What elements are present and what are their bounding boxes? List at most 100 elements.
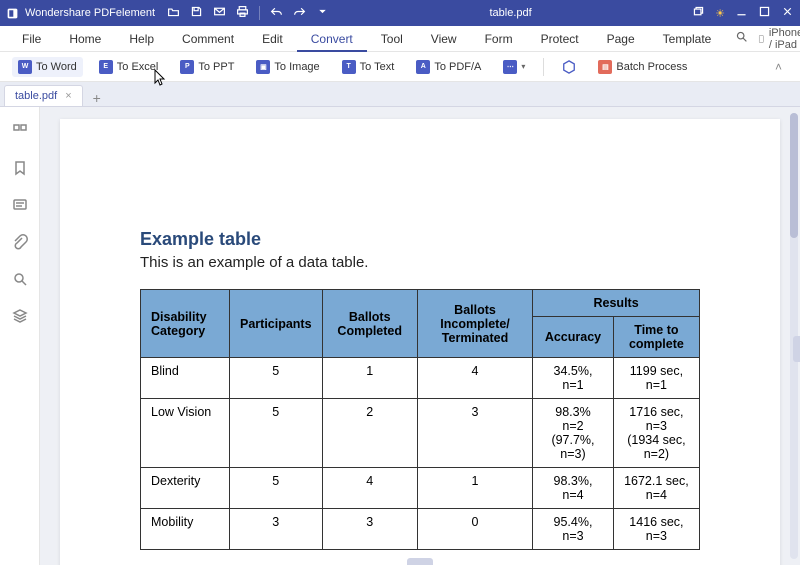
table-cell: 3 [230, 509, 323, 550]
left-sidebar [0, 107, 40, 565]
more-convert-button[interactable]: ⋯▾ [497, 57, 531, 77]
table-cell: 4 [417, 358, 532, 399]
menu-search-icon[interactable] [725, 26, 758, 52]
table-row: Blind51434.5%, n=11199 sec, n=1 [141, 358, 700, 399]
redo-icon[interactable] [293, 5, 306, 21]
dropdown-icon[interactable] [316, 5, 329, 21]
table-cell: 3 [417, 399, 532, 468]
table-cell: Blind [141, 358, 230, 399]
th-participants: Participants [230, 290, 323, 358]
excel-icon: E [99, 60, 113, 74]
menu-template[interactable]: Template [649, 26, 726, 52]
tab-label: table.pdf [15, 90, 57, 102]
titlebar: Wondershare PDFelement table.pdf ☀ [0, 0, 800, 26]
ribbon: WTo Word ETo Excel PTo PPT ▣To Image TTo… [0, 52, 800, 82]
menu-form[interactable]: Form [471, 26, 527, 52]
table-cell: 34.5%, n=1 [533, 358, 614, 399]
menubar: File Home Help Comment Edit Convert Tool… [0, 26, 800, 52]
thumbnails-icon[interactable] [12, 123, 28, 144]
print-icon[interactable] [236, 5, 249, 21]
to-text-button[interactable]: TTo Text [336, 57, 401, 77]
bookmark-icon[interactable] [12, 160, 28, 181]
th-ballots-completed: Ballots Completed [322, 290, 417, 358]
menu-protect[interactable]: Protect [527, 26, 593, 52]
window-restore-icon[interactable] [692, 5, 705, 21]
page-title: Example table [140, 229, 700, 250]
collapse-ribbon-icon[interactable]: ˄ [769, 60, 788, 74]
menu-edit[interactable]: Edit [248, 26, 297, 52]
hex-tool-button[interactable] [556, 57, 582, 77]
data-table: Disability Category Participants Ballots… [140, 289, 700, 550]
pdfa-icon: A [416, 60, 430, 74]
tab-strip: table.pdf × + [0, 82, 800, 107]
menu-tool[interactable]: Tool [367, 26, 417, 52]
batch-process-button[interactable]: ▤Batch Process [592, 57, 693, 77]
table-cell: 0 [417, 509, 532, 550]
right-handle[interactable] [793, 336, 800, 362]
table-cell: 4 [322, 468, 417, 509]
menu-comment[interactable]: Comment [168, 26, 248, 52]
theme-sun-icon[interactable]: ☀ [715, 7, 725, 20]
to-image-button[interactable]: ▣To Image [250, 57, 325, 77]
table-cell: Dexterity [141, 468, 230, 509]
to-word-button[interactable]: WTo Word [12, 57, 83, 77]
titlebar-filename: table.pdf [329, 7, 692, 19]
bottom-handle[interactable] [407, 558, 433, 565]
table-cell: 5 [230, 399, 323, 468]
table-row: Dexterity54198.3%, n=41672.1 sec, n=4 [141, 468, 700, 509]
table-row: Mobility33095.4%, n=31416 sec, n=3 [141, 509, 700, 550]
table-cell: 1716 sec, n=3 (1934 sec, n=2) [613, 399, 699, 468]
menu-convert[interactable]: Convert [297, 26, 367, 52]
table-cell: 3 [322, 509, 417, 550]
app-name: Wondershare PDFelement [25, 7, 155, 19]
menu-help[interactable]: Help [115, 26, 168, 52]
comments-icon[interactable] [12, 197, 28, 218]
to-pdfa-button[interactable]: ATo PDF/A [410, 57, 487, 77]
document-viewport[interactable]: Example table This is an example of a da… [40, 107, 800, 565]
menu-home[interactable]: Home [55, 26, 115, 52]
table-cell: 98.3%, n=4 [533, 468, 614, 509]
app-logo-icon [6, 7, 19, 20]
mail-icon[interactable] [213, 5, 226, 21]
page-subtitle: This is an example of a data table. [140, 254, 700, 271]
menu-file[interactable]: File [8, 26, 55, 52]
open-folder-icon[interactable] [167, 5, 180, 21]
minimize-icon[interactable] [735, 5, 748, 21]
table-cell: Mobility [141, 509, 230, 550]
table-cell: 1672.1 sec, n=4 [613, 468, 699, 509]
search-panel-icon[interactable] [12, 271, 28, 292]
document-tab[interactable]: table.pdf × [4, 85, 83, 106]
save-icon[interactable] [190, 5, 203, 21]
table-cell: 5 [230, 468, 323, 509]
table-cell: 95.4%, n=3 [533, 509, 614, 550]
page: Example table This is an example of a da… [60, 119, 780, 565]
tab-close-icon[interactable]: × [65, 90, 71, 102]
mouse-cursor-icon [154, 69, 166, 87]
table-cell: 98.3% n=2 (97.7%, n=3) [533, 399, 614, 468]
layers-icon[interactable] [12, 308, 28, 329]
table-cell: 2 [322, 399, 417, 468]
maximize-icon[interactable] [758, 5, 771, 21]
table-cell: 1 [322, 358, 417, 399]
table-cell: 1199 sec, n=1 [613, 358, 699, 399]
text-icon: T [342, 60, 356, 74]
close-icon[interactable] [781, 5, 794, 21]
to-ppt-button[interactable]: PTo PPT [174, 57, 240, 77]
word-icon: W [18, 60, 32, 74]
th-disability: Disability Category [141, 290, 230, 358]
menu-view[interactable]: View [417, 26, 471, 52]
menu-page[interactable]: Page [593, 26, 649, 52]
th-ballots-incomplete: Ballots Incomplete/ Terminated [417, 290, 532, 358]
main-area: Example table This is an example of a da… [0, 107, 800, 565]
th-time: Time to complete [613, 317, 699, 358]
th-accuracy: Accuracy [533, 317, 614, 358]
new-tab-button[interactable]: + [83, 90, 111, 106]
attachment-icon[interactable] [12, 234, 28, 255]
more-icon: ⋯ [503, 60, 517, 74]
table-cell: 1416 sec, n=3 [613, 509, 699, 550]
table-cell: 5 [230, 358, 323, 399]
table-cell: Low Vision [141, 399, 230, 468]
undo-icon[interactable] [270, 5, 283, 21]
device-link[interactable]: iPhone / iPad [758, 27, 800, 51]
scroll-thumb[interactable] [790, 113, 798, 238]
